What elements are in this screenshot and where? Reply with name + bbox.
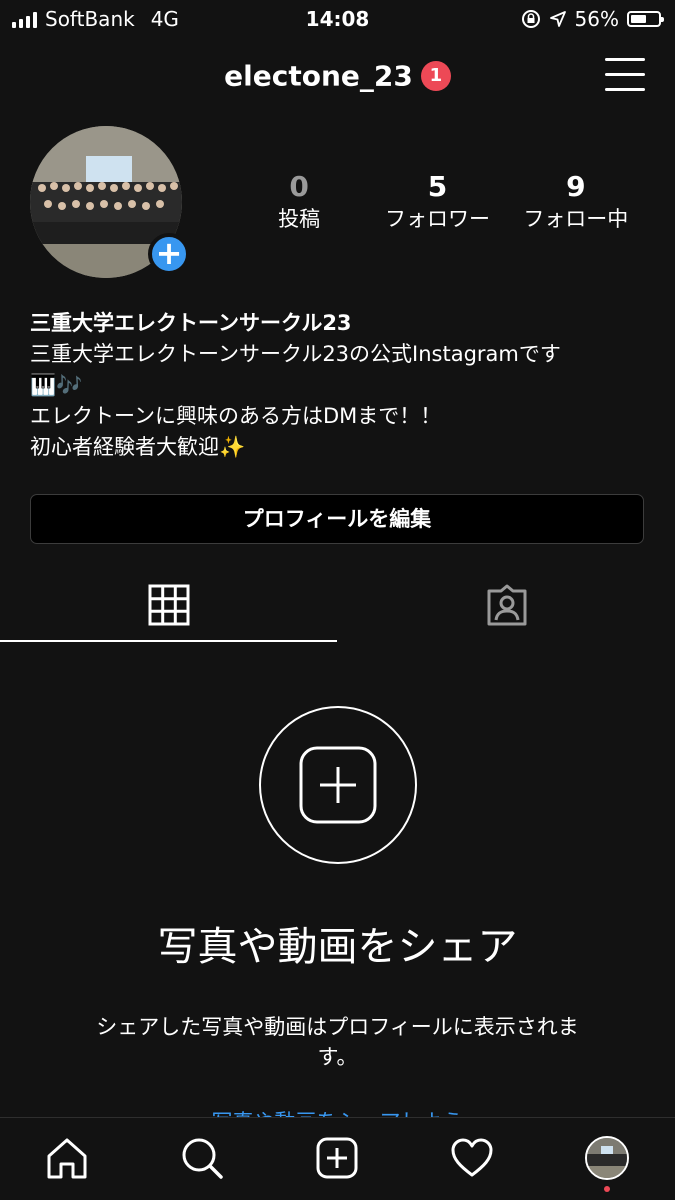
nav-search[interactable] [178,1134,226,1182]
bio-line: 🎹🎶 [30,373,83,397]
nav-home[interactable] [43,1134,91,1182]
stat-label: 投稿 [278,207,321,231]
display-name: 三重大学エレクトーンサークル23 [30,311,352,335]
plus-square-icon [299,746,376,824]
stat-followers[interactable]: 5 フォロワー [368,170,506,234]
stat-value: 5 [427,170,448,203]
tab-grid[interactable] [0,570,337,642]
status-bar: SoftBank 4G 14:08 56% [0,0,675,38]
heart-icon [451,1138,493,1177]
add-story-button[interactable]: + [148,233,190,275]
stat-following[interactable]: 9 フォロー中 [507,170,645,234]
menu-button[interactable] [605,58,645,92]
edit-profile-button[interactable]: プロフィールを編集 [30,494,644,544]
nav-profile[interactable] [583,1134,631,1192]
grid-icon [148,584,189,626]
bottom-nav [0,1117,675,1200]
profile-avatar-icon [585,1136,629,1180]
status-right: 56% [521,7,664,31]
bio-line: エレクトーンに興味のある方はDMまで！！ [30,404,442,428]
notification-dot [604,1186,610,1192]
location-arrow-icon [549,11,566,27]
profile-bio: 三重大学エレクトーンサークル23 三重大学エレクトーンサークル23の公式Inst… [30,308,655,463]
stat-label: フォロー中 [523,207,629,231]
orientation-lock-icon [521,10,540,28]
home-icon [47,1138,87,1179]
profile-stats: 0 投稿 5 フォロワー 9 フォロー中 [230,170,645,234]
tab-tagged[interactable] [338,570,675,640]
username: electone_23 [224,59,413,93]
stat-value: 0 [289,170,309,203]
battery-icon [627,11,664,27]
profile-tabs [0,570,675,642]
empty-state: 写真や動画をシェア シェアした写真や動画はプロフィールに表示されます。 [0,706,675,1072]
empty-state-circle [258,706,417,864]
bio-line: 三重大学エレクトーンサークル23の公式Instagramです [30,342,561,366]
empty-state-description: シェアした写真や動画はプロフィールに表示されます。 [96,1015,579,1069]
stat-label: フォロワー [384,207,490,231]
notification-badge[interactable]: 1 [420,61,451,91]
empty-state-title: 写真や動画をシェア [157,924,518,970]
search-icon [182,1138,223,1179]
nav-activity[interactable] [448,1134,496,1182]
new-post-icon [316,1137,358,1179]
profile-header: electone_23 1 [0,50,675,104]
nav-new-post[interactable] [313,1134,361,1182]
tagged-person-icon [487,584,526,626]
username-title[interactable]: electone_23 1 [0,58,675,93]
battery-percent: 56% [574,7,619,31]
bio-line: 初心者経験者大歓迎✨ [30,435,246,459]
stat-value: 9 [566,170,586,203]
battery-fill [631,15,646,23]
stat-posts[interactable]: 0 投稿 [230,170,368,234]
profile-avatar-wrap[interactable]: + [30,126,190,278]
